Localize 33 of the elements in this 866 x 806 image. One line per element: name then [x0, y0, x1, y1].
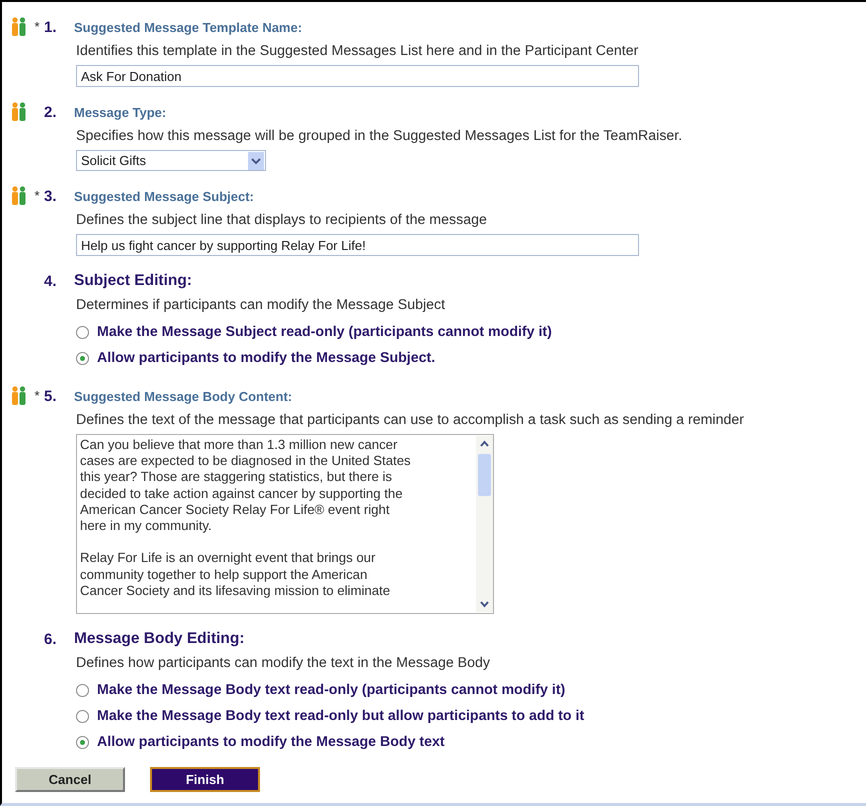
finish-button[interactable]: Finish [150, 767, 260, 792]
step-number: 4. [44, 272, 58, 290]
required-mark: * [34, 388, 40, 403]
field-title: Suggested Message Subject: [74, 188, 254, 204]
field-description: Defines the text of the message that participants can use to accomplish a task such as sending a reminder [76, 411, 745, 430]
field-description: Determines if participants can modify the Message Subject [76, 296, 446, 315]
step-number: 1. [44, 18, 58, 36]
radio-option[interactable]: Make the Message Body text read-only but allow participants to add to it [76, 703, 866, 729]
step-number: 2. [44, 104, 58, 120]
input-field[interactable]: Ask For Donation [76, 65, 639, 87]
step-number: 6. [44, 630, 58, 648]
field-description: Defines the subject line that displays to recipients of the message [76, 211, 488, 230]
cancel-button[interactable]: Cancel [15, 767, 125, 792]
radio-option[interactable]: Allow participants to modify the Message Body text [76, 729, 866, 755]
step-number: 5. [44, 388, 58, 404]
field-title: Suggested Message Body Content: [74, 388, 292, 404]
radio-option[interactable]: Make the Message Subject read-only (participants cannot modify it) [76, 319, 866, 345]
message-body-field[interactable]: Can you believe that more than 1.3 million new cancer cases are expected to be diagnosed in the United States this year? Those are staggering statistics, but there is decided to take action against cancer by supporting the American Cancer Society Relay For Life® event right here in my community. Relay For Life is an overnight event that brings our community together to help support the American Cancer Society and its lifesaving mission to eliminate [76, 434, 494, 614]
field-description: Defines how participants can modify the text in the Message Body [76, 654, 492, 673]
field-title: Message Type: [74, 104, 166, 120]
radio-option[interactable]: Allow participants to modify the Message Subject. [76, 345, 866, 371]
field-description: Identifies this template in the Suggested Messages List here and in the Participant Center [76, 42, 640, 61]
radio-option[interactable]: Make the Message Body text read-only (participants cannot modify it) [76, 677, 866, 703]
required-mark: * [34, 19, 40, 34]
type-dropdown[interactable]: Solicit Gifts [76, 150, 266, 171]
field-description: Specifies how this message will be grouped in the Suggested Messages List for the TeamRaiser. [76, 127, 684, 146]
scrollbar[interactable] [476, 436, 493, 612]
field-title: Subject Editing: [74, 272, 192, 290]
required-mark: * [34, 188, 40, 203]
field-title: Suggested Message Template Name: [74, 20, 302, 34]
step-number: 3. [44, 188, 58, 204]
input-field[interactable]: Help us fight cancer by supporting Relay For Life! [76, 234, 639, 256]
field-title: Message Body Editing: [74, 630, 245, 648]
